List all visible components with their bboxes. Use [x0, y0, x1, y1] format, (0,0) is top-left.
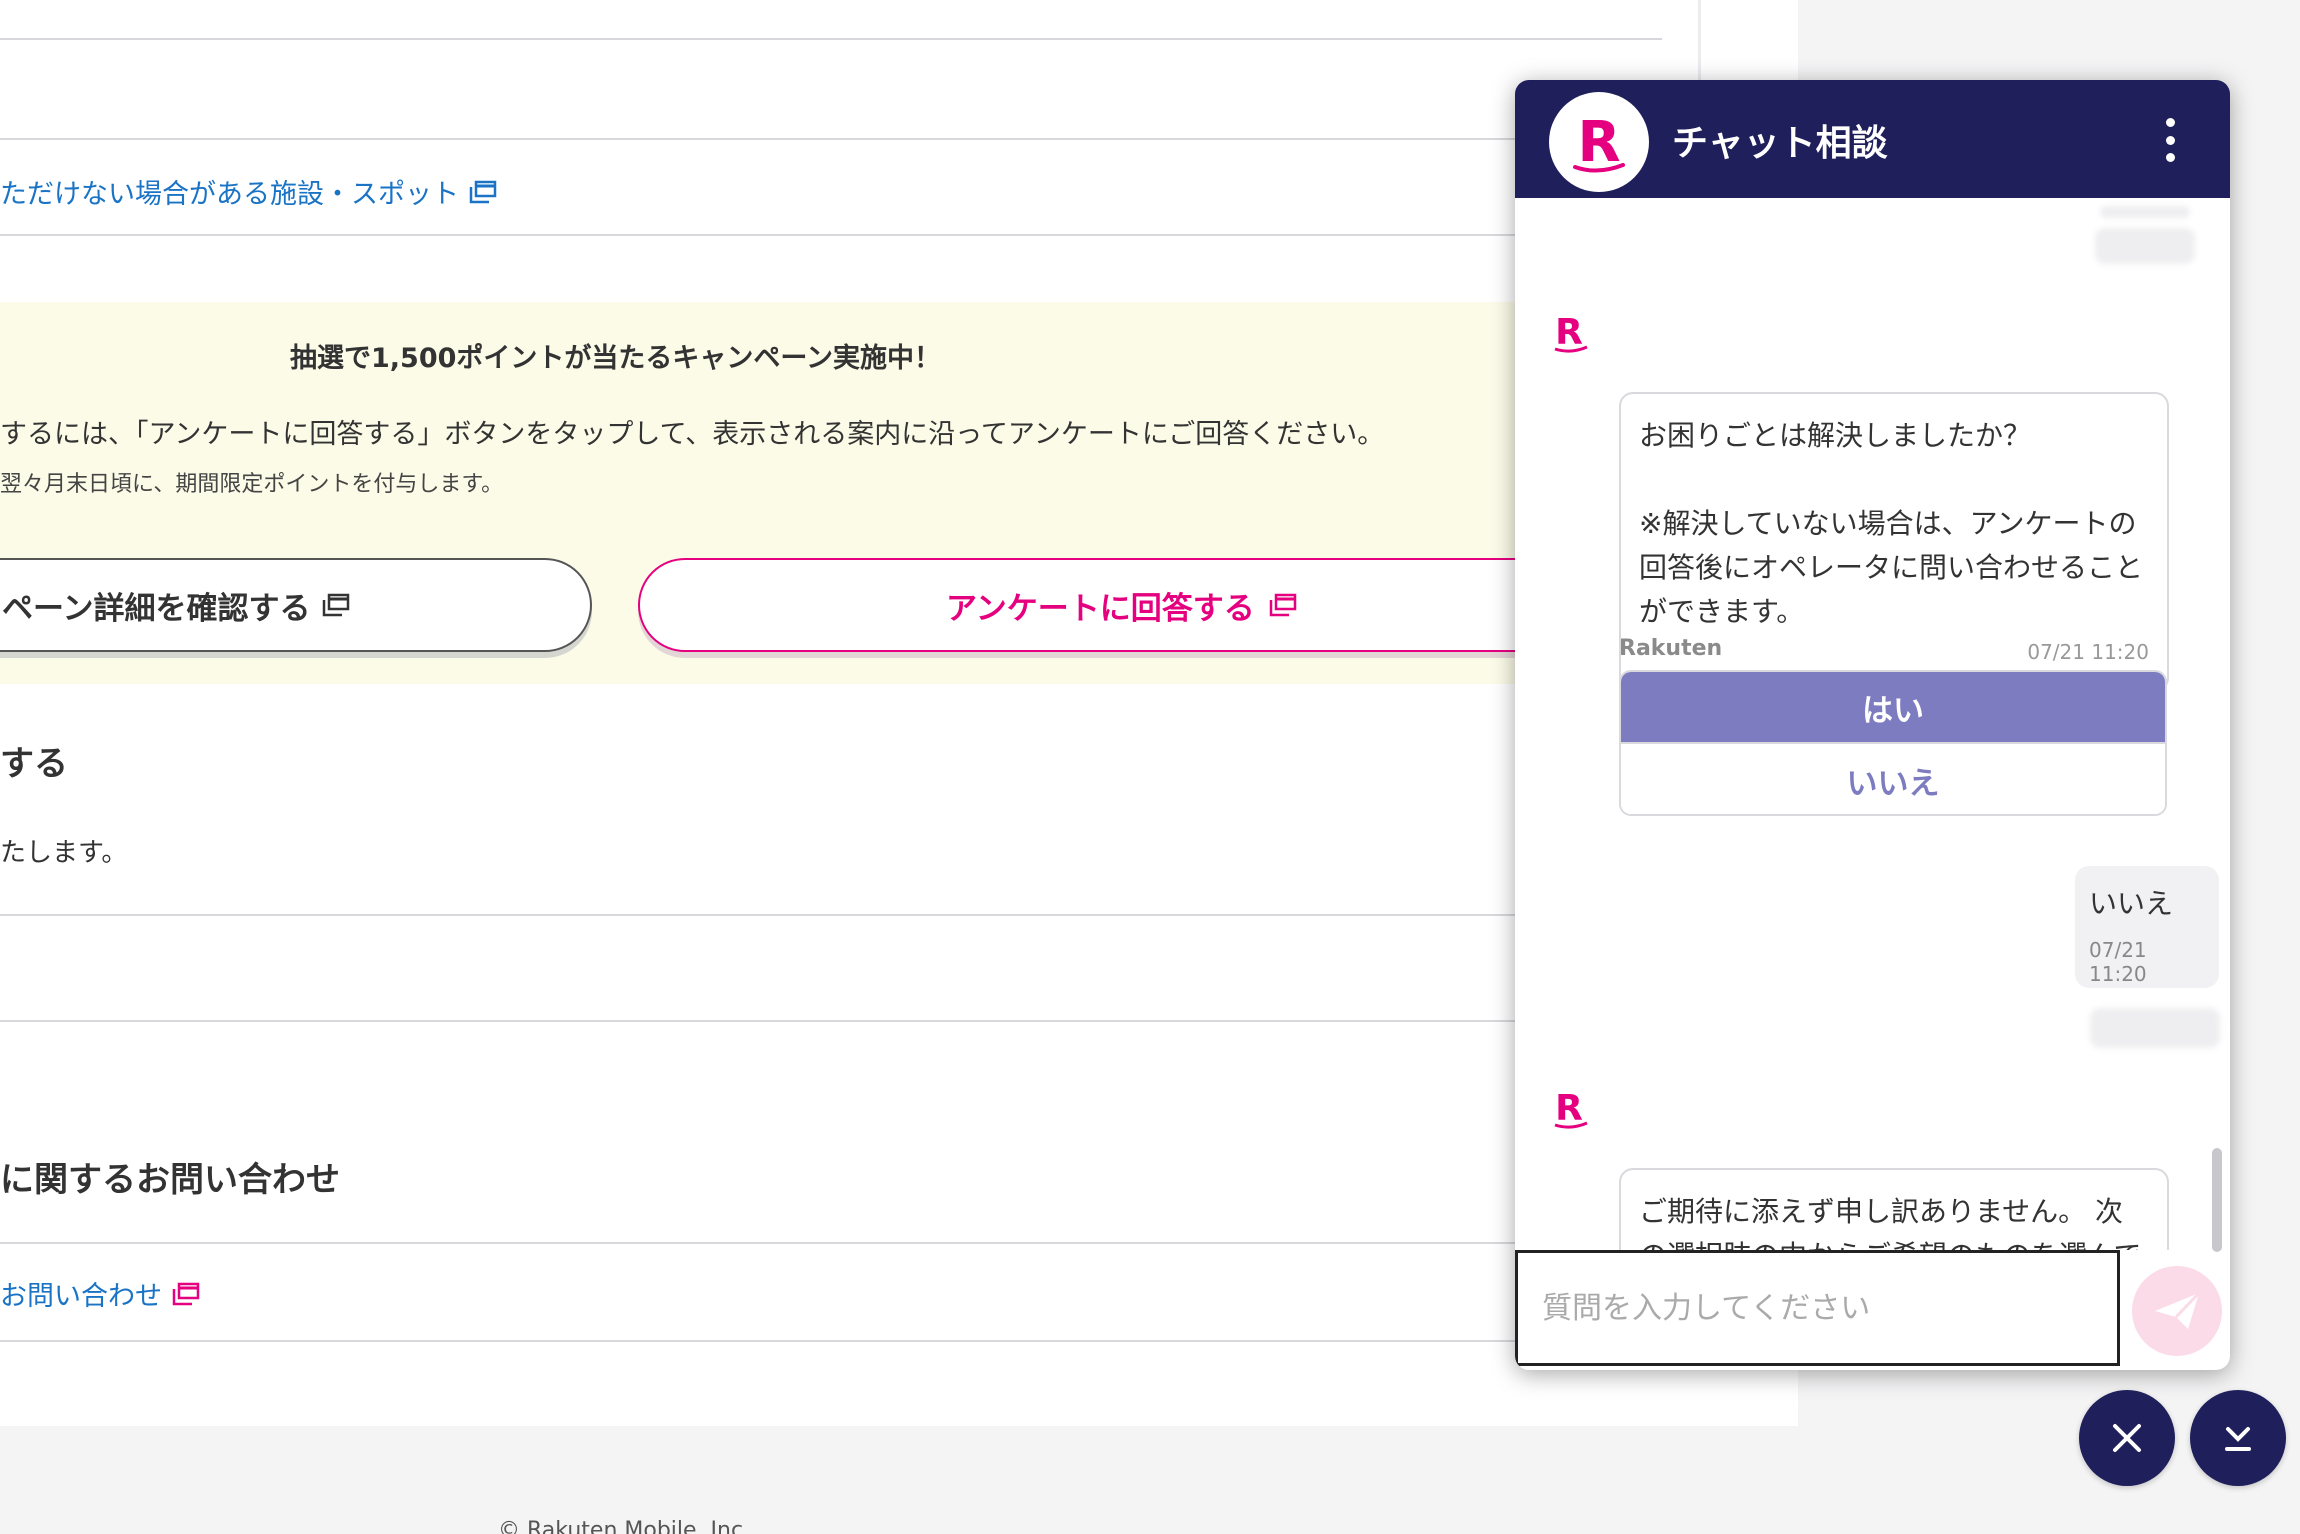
divider: [0, 1340, 1600, 1342]
external-link-icon: [172, 1282, 200, 1306]
svg-text:R: R: [1555, 312, 1583, 353]
chat-widget: R チャット相談 R お困りごとは解決しましたか？ ※解決していない場合は、アン…: [1515, 80, 2230, 1370]
chat-header: R チャット相談: [1515, 80, 2230, 198]
minimize-chat-button[interactable]: [2190, 1390, 2286, 1486]
divider: [0, 38, 1662, 40]
campaign-note: 翌々月末日頃に、期間限定ポイントを付与します。: [0, 472, 504, 497]
kebab-menu-icon[interactable]: [2163, 118, 2177, 162]
choice-no-button[interactable]: いいえ: [1621, 744, 2165, 814]
section-heading: する: [0, 744, 68, 784]
divider: [0, 138, 1600, 140]
rakuten-logo-icon: R: [1549, 92, 1649, 192]
facilities-link-label[interactable]: ただけない場合がある施設・スポット: [0, 172, 459, 211]
svg-text:R: R: [1555, 1088, 1583, 1129]
copyright: © Rakuten Mobile, Inc.: [498, 1518, 751, 1534]
campaign-detail-button[interactable]: ペーン詳細を確認する: [0, 558, 592, 652]
send-button[interactable]: [2132, 1266, 2222, 1356]
divider: [0, 1242, 1600, 1244]
facilities-link[interactable]: ただけない場合がある施設・スポット: [0, 172, 497, 211]
blurred-content: [2095, 228, 2195, 264]
external-link-icon: [1269, 593, 1297, 617]
campaign-detail-label: ペーン詳細を確認する: [2, 590, 311, 627]
divider: [0, 234, 1600, 236]
contact-section-heading: に関するお問い合わせ: [0, 1160, 340, 1200]
chat-input-field[interactable]: [1515, 1250, 2120, 1366]
user-message: いいえ 07/21 11:20: [2075, 866, 2219, 988]
bot-avatar-icon: R: [1551, 310, 1591, 354]
blurred-content: [2090, 1008, 2220, 1048]
bot-message: ご期待に添えず申し訳ありません。 次の選択肢の中からご希望のものを選んでください…: [1619, 1168, 2169, 1250]
close-chat-button[interactable]: [2079, 1390, 2175, 1486]
answer-survey-button[interactable]: アンケートに回答する: [638, 558, 1638, 652]
chat-scrollbar[interactable]: [2212, 1148, 2222, 1252]
send-icon: [2155, 1291, 2201, 1329]
divider: [0, 1020, 1600, 1022]
external-link-icon: [469, 180, 497, 204]
campaign-title: 抽選で1,500ポイントが当たるキャンペーン実施中！: [290, 343, 942, 374]
contact-link[interactable]: お問い合わせ: [0, 1274, 200, 1313]
answer-survey-label: アンケートに回答する: [946, 590, 1255, 627]
section-text: たします。: [0, 838, 128, 868]
quick-reply-choices: はい いいえ: [1619, 670, 2167, 816]
campaign-instructions: するには、「アンケートに回答する」ボタンをタップして、表示される案内に沿ってアン…: [0, 419, 1385, 450]
external-link-icon: [322, 593, 350, 617]
campaign-panel: 抽選で1,500ポイントが当たるキャンペーン実施中！ するには、「アンケートに回…: [0, 302, 1638, 684]
message-text: お困りごとは解決しましたか？ ※解決していない場合は、アンケートの回答後にオペレ…: [1639, 419, 2144, 628]
svg-text:R: R: [1577, 110, 1620, 175]
choice-yes-button[interactable]: はい: [1621, 672, 2165, 744]
message-text: いいえ: [2089, 887, 2174, 920]
chat-input[interactable]: [1542, 1290, 2102, 1326]
message-timestamp: 07/21 11:20: [2089, 938, 2147, 986]
close-icon: [2113, 1424, 2141, 1452]
message-text: ご期待に添えず申し訳ありません。 次の選択肢の中からご希望のものを選んでください…: [1639, 1195, 2142, 1250]
blurred-content: [2100, 206, 2190, 218]
message-list[interactable]: R お困りごとは解決しましたか？ ※解決していない場合は、アンケートの回答後にオ…: [1515, 198, 2230, 1250]
contact-link-label[interactable]: お問い合わせ: [0, 1274, 162, 1313]
chat-title: チャット相談: [1672, 123, 1888, 164]
sender-name: Rakuten: [1619, 636, 1723, 661]
divider: [0, 914, 1600, 916]
minimize-icon: [2225, 1427, 2251, 1451]
bot-avatar-icon: R: [1551, 1086, 1591, 1130]
